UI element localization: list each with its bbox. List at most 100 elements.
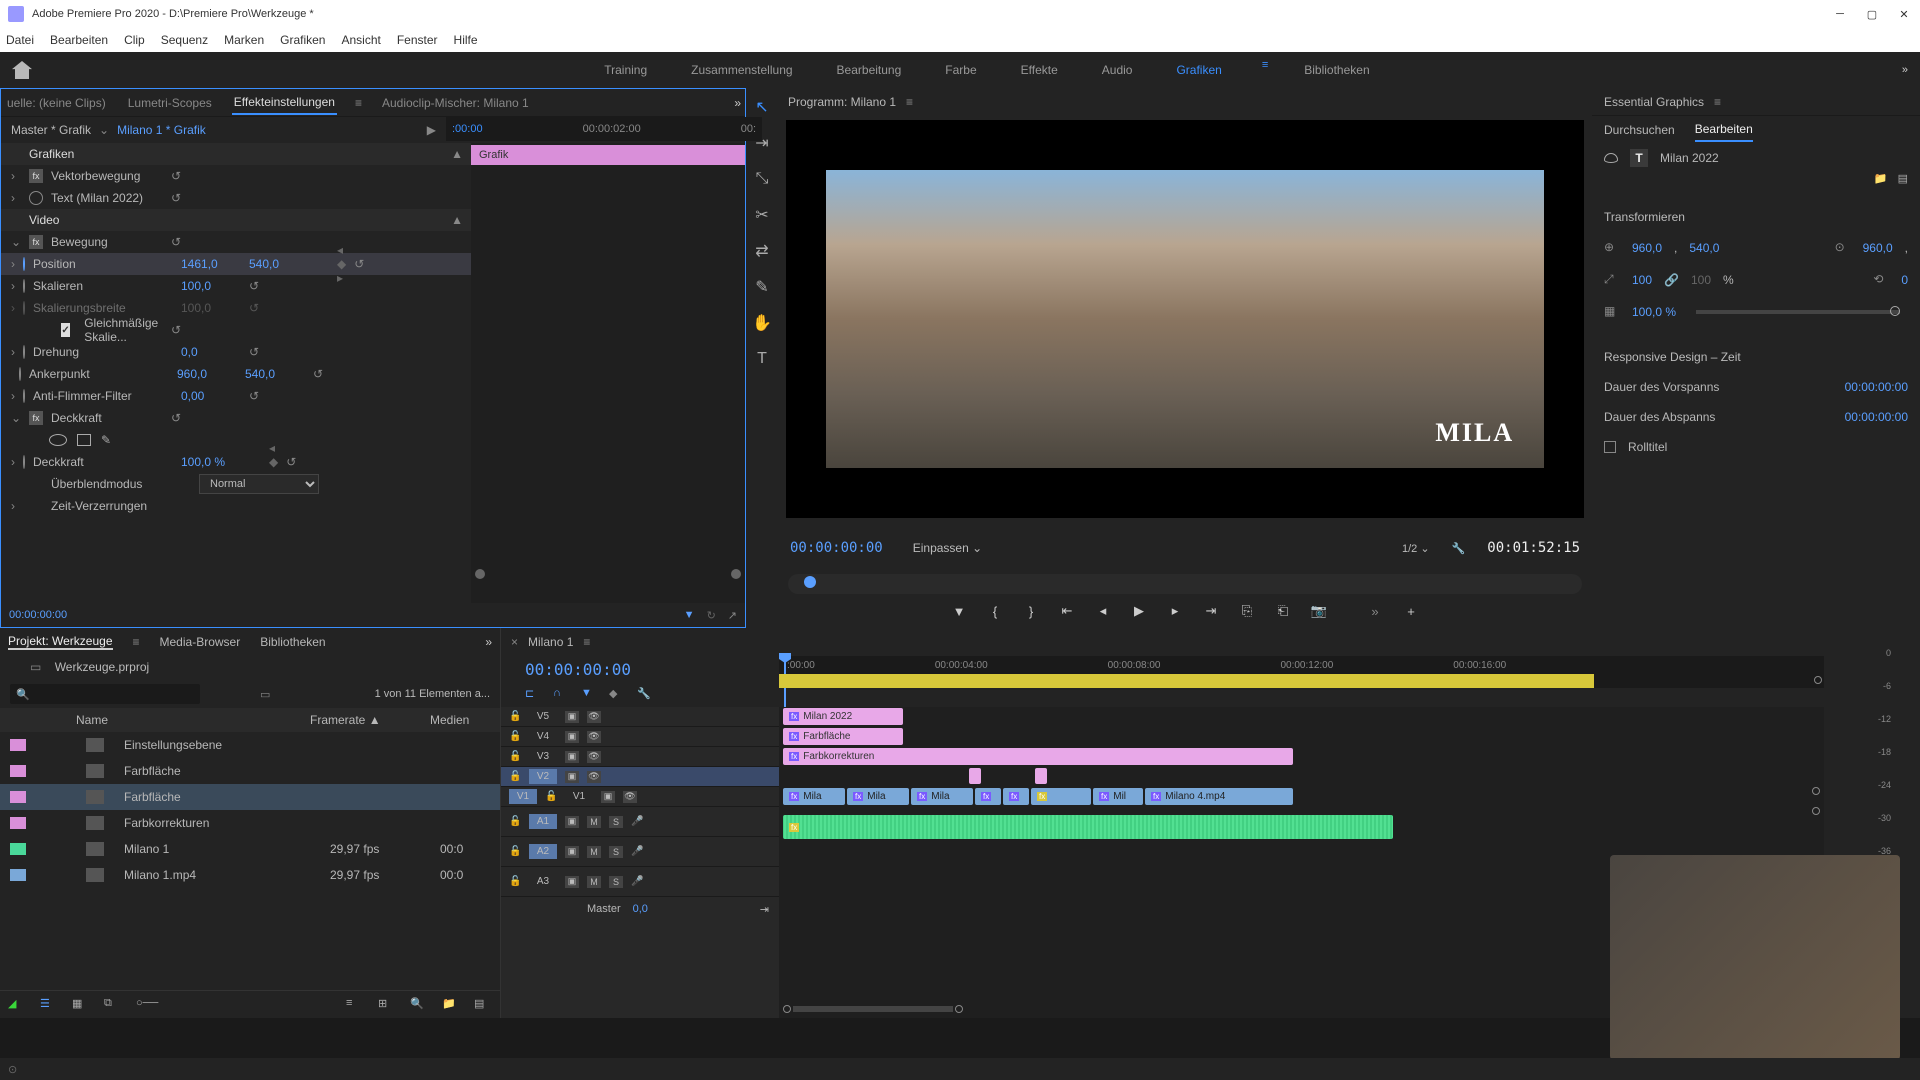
- visibility-icon[interactable]: [1604, 153, 1618, 163]
- program-timecode[interactable]: 00:00:00:00: [790, 540, 883, 556]
- in-point-icon[interactable]: {: [986, 602, 1004, 620]
- export-frame-icon[interactable]: 📷: [1310, 602, 1328, 620]
- effect-tc[interactable]: 00:00:00:00: [9, 609, 67, 621]
- find-icon[interactable]: 🔍: [410, 997, 428, 1013]
- goto-end-icon[interactable]: ⇥: [760, 903, 769, 916]
- clip-milan2022[interactable]: fxMilan 2022: [783, 708, 903, 725]
- menu-marken[interactable]: Marken: [224, 33, 264, 47]
- track-v1[interactable]: V1: [565, 791, 593, 802]
- wrench-icon[interactable]: 🔧: [1452, 542, 1466, 555]
- pen-tool-icon[interactable]: ✎: [751, 276, 773, 298]
- eg-tab-bearbeiten[interactable]: Bearbeiten: [1695, 118, 1753, 142]
- link-icon[interactable]: 🔗: [1664, 273, 1679, 287]
- anker-x[interactable]: 960,0: [177, 367, 237, 381]
- bin-item[interactable]: Einstellungsebene: [0, 732, 500, 758]
- mic-icon[interactable]: 🎤: [631, 846, 643, 857]
- zoom-select[interactable]: Einpassen ⌄: [913, 541, 982, 555]
- reset-icon[interactable]: ↺: [354, 257, 364, 271]
- reset-icon[interactable]: ↺: [286, 455, 296, 469]
- mic-icon[interactable]: 🎤: [631, 876, 643, 887]
- workspace-farbe[interactable]: Farbe: [937, 59, 984, 81]
- step-forward-icon[interactable]: ▸: [1166, 602, 1184, 620]
- eg-scale[interactable]: 100: [1632, 273, 1652, 287]
- eg-menu-icon[interactable]: ≡: [1714, 95, 1721, 109]
- close-button[interactable]: ✕: [1896, 6, 1912, 22]
- lift-icon[interactable]: ⎘: [1238, 602, 1256, 620]
- lock-icon[interactable]: 🔓: [509, 846, 521, 857]
- reset-icon[interactable]: ↺: [249, 389, 259, 403]
- new-folder-icon[interactable]: 📁: [1874, 172, 1888, 202]
- anker-y[interactable]: 540,0: [245, 367, 305, 381]
- stopwatch-icon[interactable]: [19, 367, 21, 381]
- abspann-value[interactable]: 00:00:00:00: [1845, 410, 1908, 424]
- tab-bibliotheken[interactable]: Bibliotheken: [260, 635, 325, 649]
- lock-icon[interactable]: 🔓: [509, 816, 521, 827]
- col-framerate[interactable]: Framerate ▲: [310, 713, 410, 727]
- workspace-menu-icon[interactable]: ≡: [1262, 59, 1268, 81]
- overflow-icon[interactable]: »: [485, 635, 492, 649]
- zoom-slider-icon[interactable]: ○──: [136, 997, 154, 1013]
- snap-icon[interactable]: ⊏: [525, 687, 541, 703]
- selection-tool-icon[interactable]: ↖: [751, 96, 773, 118]
- stopwatch-icon[interactable]: [23, 389, 25, 403]
- new-layer-icon[interactable]: ▤: [1898, 172, 1908, 202]
- prop-bewegung[interactable]: Bewegung: [51, 235, 108, 249]
- fx-icon[interactable]: fx: [29, 411, 43, 425]
- mask-ellipse-icon[interactable]: [49, 434, 67, 446]
- workspace-training[interactable]: Training: [596, 59, 655, 81]
- automate-icon[interactable]: ⊞: [378, 997, 396, 1013]
- eg-opacity[interactable]: 100,0 %: [1632, 305, 1676, 319]
- slip-tool-icon[interactable]: ⇄: [751, 240, 773, 262]
- stopwatch-active-icon[interactable]: [23, 257, 25, 271]
- linked-selection-icon[interactable]: ∩: [553, 687, 569, 703]
- position-y[interactable]: 540,0: [249, 257, 309, 271]
- add-button-icon[interactable]: +: [1402, 602, 1420, 620]
- mute-toggle[interactable]: M: [587, 816, 601, 828]
- track-v5[interactable]: V5: [529, 711, 557, 722]
- program-monitor[interactable]: MILA: [786, 120, 1584, 518]
- track-a1[interactable]: A1: [529, 814, 557, 829]
- clip-small-1[interactable]: fx: [975, 788, 1001, 805]
- reset-icon[interactable]: ↺: [171, 323, 181, 337]
- keyframe-nav[interactable]: ◂ ◆ ▸: [337, 243, 346, 285]
- collapse-icon[interactable]: ▲: [451, 213, 463, 227]
- section-video[interactable]: Video: [29, 213, 59, 227]
- seq-menu-icon[interactable]: ≡: [583, 635, 590, 649]
- clip-mila-1[interactable]: fxMila: [783, 788, 845, 805]
- mute-toggle[interactable]: M: [587, 846, 601, 858]
- freeform-view-icon[interactable]: ⧉: [104, 997, 122, 1013]
- lock-icon[interactable]: 🔓: [509, 771, 521, 782]
- master-clip-label[interactable]: Master * Grafik: [11, 123, 91, 137]
- reset-icon[interactable]: ↺: [249, 301, 259, 315]
- goto-in-icon[interactable]: ⇤: [1058, 602, 1076, 620]
- workspace-grafiken[interactable]: Grafiken: [1168, 59, 1229, 81]
- eye-toggle[interactable]: 👁: [587, 711, 601, 723]
- mic-icon[interactable]: 🎤: [631, 816, 643, 827]
- output-toggle[interactable]: ▣: [565, 751, 579, 763]
- bin-item[interactable]: Farbkorrekturen: [0, 810, 500, 836]
- mask-pen-icon[interactable]: ✎: [101, 433, 111, 447]
- lock-icon[interactable]: 🔓: [509, 876, 521, 887]
- sort-icon[interactable]: ≡: [346, 997, 364, 1013]
- target-clip-label[interactable]: Milano 1 * Grafik: [117, 123, 206, 137]
- timeline-timecode[interactable]: 00:00:00:00: [501, 656, 779, 683]
- mute-toggle[interactable]: M: [587, 876, 601, 888]
- clip-marker[interactable]: [1035, 768, 1047, 784]
- home-icon[interactable]: [12, 61, 32, 79]
- overflow-icon[interactable]: »: [1366, 602, 1384, 620]
- sequence-name[interactable]: Milano 1: [528, 635, 573, 649]
- eye-toggle[interactable]: 👁: [587, 751, 601, 763]
- play-icon[interactable]: ▶: [427, 123, 436, 137]
- prop-text[interactable]: Text (Milan 2022): [51, 191, 143, 205]
- clip-farbkorrekturen[interactable]: fxFarbkorrekturen: [783, 748, 1293, 765]
- output-toggle[interactable]: ▣: [565, 816, 579, 828]
- eye-toggle[interactable]: 👁: [623, 791, 637, 803]
- scroll-handle-right[interactable]: [731, 569, 741, 579]
- clip-farbflaeche[interactable]: fxFarbfläche: [783, 728, 903, 745]
- blend-mode-select[interactable]: Normal: [199, 474, 319, 494]
- timeline-ruler[interactable]: :00:00 00:00:04:00 00:00:08:00 00:00:12:…: [779, 656, 1824, 674]
- play-button[interactable]: ▶: [1130, 602, 1148, 620]
- lock-icon[interactable]: 🔓: [509, 731, 521, 742]
- eg-rotation[interactable]: 0: [1901, 273, 1908, 287]
- program-menu-icon[interactable]: ≡: [906, 95, 913, 109]
